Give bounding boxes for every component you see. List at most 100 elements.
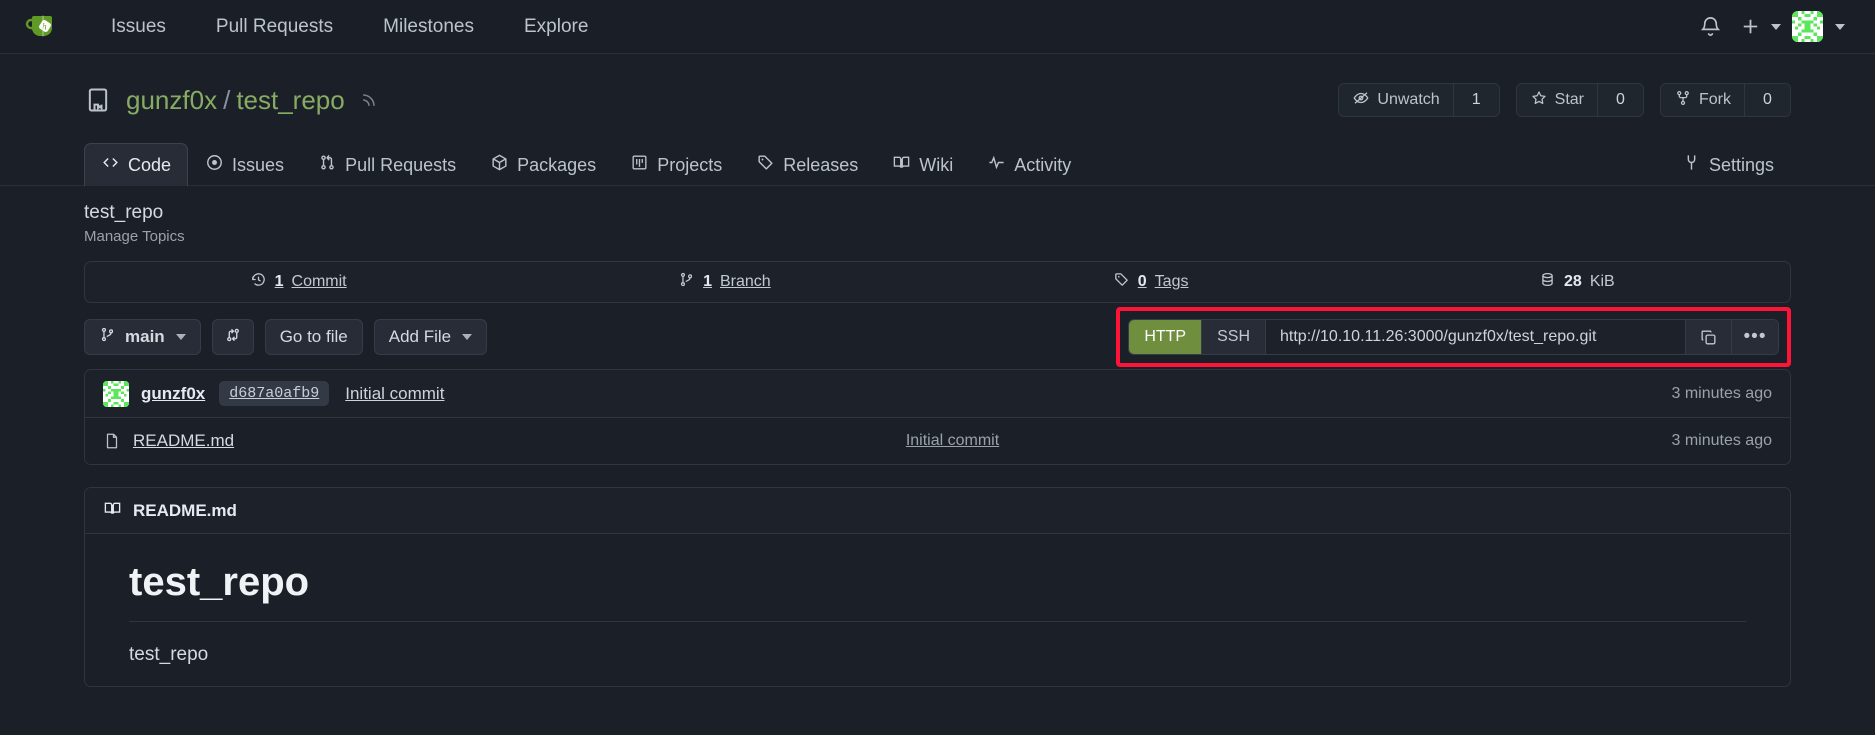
user-menu-chevron-down-icon[interactable]: [1835, 23, 1845, 30]
add-file-button[interactable]: Add File: [373, 319, 488, 355]
create-menu-chevron-down-icon[interactable]: [1771, 23, 1781, 30]
latest-commit-row: gunzf0x d687a0afb9 Initial commit 3 minu…: [85, 370, 1790, 418]
eye-slash-icon: [1352, 89, 1370, 112]
stat-branches-value: 1: [703, 273, 712, 290]
file-list-panel: gunzf0x d687a0afb9 Initial commit 3 minu…: [84, 369, 1791, 465]
nav-link-issues[interactable]: Issues: [86, 8, 191, 46]
branch-selector-label: main: [125, 327, 165, 346]
stat-repo-size-value: 28: [1564, 273, 1582, 290]
copy-icon[interactable]: [1686, 320, 1732, 354]
clone-protocol-ssh-button[interactable]: SSH: [1202, 320, 1266, 354]
tab-releases[interactable]: Releases: [739, 143, 875, 186]
unwatch-button[interactable]: Unwatch: [1339, 84, 1453, 116]
stat-tags-label: Tags: [1154, 273, 1189, 290]
file-name-link[interactable]: README.md: [133, 431, 234, 451]
repo-book-icon: [84, 86, 112, 114]
tab-code[interactable]: Code: [84, 143, 189, 186]
tab-code-label: Code: [128, 154, 172, 175]
rss-icon[interactable]: [359, 90, 379, 110]
tab-releases-label: Releases: [783, 154, 859, 175]
fork-count[interactable]: 0: [1744, 84, 1790, 116]
add-file-label: Add File: [388, 327, 452, 346]
gitea-logo-icon[interactable]: h: [22, 8, 60, 46]
clone-panel: HTTP SSH http://10.10.11.26:3000/gunzf0x…: [1128, 319, 1779, 355]
watch-button-group[interactable]: Unwatch 1: [1338, 83, 1500, 117]
repo-owner-link[interactable]: gunzf0x: [126, 85, 217, 116]
clone-url-input[interactable]: http://10.10.11.26:3000/gunzf0x/test_rep…: [1266, 320, 1686, 354]
git-compare-icon: [224, 326, 242, 349]
clone-protocol-http-button[interactable]: HTTP: [1129, 320, 1203, 354]
pulse-icon: [987, 153, 1006, 177]
database-icon: [1539, 271, 1556, 293]
repo-title-row: gunzf0x / test_repo Unwatch 1 Star 0 For…: [0, 76, 1875, 124]
readme-heading: test_repo: [129, 560, 1746, 622]
chevron-down-icon: [175, 334, 186, 340]
commit-sha-badge[interactable]: d687a0afb9: [219, 381, 330, 406]
tab-settings[interactable]: Settings: [1665, 143, 1791, 186]
manage-topics-link[interactable]: Manage Topics: [84, 228, 1791, 245]
navbar-right-actions: [1689, 6, 1853, 48]
page-title: test_repo: [84, 202, 164, 223]
clone-more-options-button[interactable]: •••: [1732, 320, 1778, 354]
tab-projects[interactable]: Projects: [613, 143, 739, 186]
unwatch-label: Unwatch: [1377, 91, 1440, 108]
tab-activity[interactable]: Activity: [970, 143, 1088, 186]
repo-actions: Unwatch 1 Star 0 Fork 0: [1338, 83, 1791, 117]
git-branch-icon: [678, 271, 695, 293]
fork-button-group[interactable]: Fork 0: [1660, 83, 1791, 117]
repo-main-content: test_repo Manage Topics 1 Commit 1 Branc…: [0, 202, 1875, 687]
tab-activity-label: Activity: [1014, 154, 1072, 175]
project-icon: [630, 153, 649, 177]
tab-packages-label: Packages: [517, 154, 597, 175]
tag-icon: [1113, 271, 1130, 293]
issue-opened-icon: [205, 153, 224, 177]
stat-tags[interactable]: 0 Tags: [938, 262, 1364, 302]
repo-tab-bar: Code Issues Pull Requests Packages Proje…: [0, 140, 1875, 186]
compare-button[interactable]: [211, 319, 254, 355]
fork-label: Fork: [1699, 91, 1731, 108]
nav-link-milestones[interactable]: Milestones: [358, 8, 499, 46]
fork-button[interactable]: Fork: [1661, 84, 1744, 116]
tab-pull-requests[interactable]: Pull Requests: [301, 143, 473, 186]
plus-icon[interactable]: [1735, 6, 1765, 48]
stat-commits-value: 1: [274, 273, 284, 290]
watch-count[interactable]: 1: [1452, 84, 1499, 116]
breadcrumb: gunzf0x / test_repo: [126, 85, 345, 116]
commit-author-link[interactable]: gunzf0x: [141, 384, 205, 404]
repo-toolbar: main Go to file Add File HTTP SSH http:/…: [84, 307, 1791, 367]
commit-timestamp: 3 minutes ago: [1671, 384, 1772, 402]
repo-header: gunzf0x / test_repo Unwatch 1 Star 0 For…: [0, 54, 1875, 186]
star-button[interactable]: Star: [1516, 84, 1597, 116]
tab-wiki[interactable]: Wiki: [875, 143, 970, 186]
star-button-group[interactable]: Star 0: [1515, 83, 1644, 117]
stat-tags-value: 0: [1137, 273, 1147, 290]
tab-packages[interactable]: Packages: [473, 143, 613, 186]
go-to-file-button[interactable]: Go to file: [264, 319, 363, 355]
commit-message[interactable]: Initial commit: [345, 384, 444, 404]
user-avatar-identicon: [1791, 11, 1823, 42]
file-icon: [103, 432, 121, 450]
stat-branches-label: Branch: [719, 273, 771, 290]
branch-selector-button[interactable]: main: [84, 319, 201, 355]
file-timestamp: 3 minutes ago: [1671, 432, 1772, 449]
stat-repo-size-label: KiB: [1589, 273, 1615, 290]
tab-pull-requests-label: Pull Requests: [345, 154, 457, 175]
tab-wiki-label: Wiki: [919, 154, 954, 175]
file-commit-message[interactable]: Initial commit: [906, 432, 999, 450]
stat-commits[interactable]: 1 Commit: [85, 262, 511, 302]
primary-nav: Issues Pull Requests Milestones Explore: [86, 8, 613, 46]
tag-icon: [756, 153, 775, 177]
bell-icon[interactable]: [1689, 6, 1731, 48]
tab-issues[interactable]: Issues: [188, 143, 301, 186]
star-label: Star: [1554, 91, 1584, 108]
nav-link-pull-requests[interactable]: Pull Requests: [191, 8, 358, 46]
repo-name-link[interactable]: test_repo: [236, 85, 344, 116]
commit-author-avatar: [103, 380, 129, 407]
stat-branches[interactable]: 1 Branch: [511, 262, 937, 302]
table-row[interactable]: README.md Initial commit 3 minutes ago: [85, 418, 1790, 464]
nav-link-explore[interactable]: Explore: [499, 8, 613, 46]
git-branch-icon: [99, 326, 116, 348]
readme-paragraph: test_repo: [129, 644, 209, 665]
star-count[interactable]: 0: [1597, 84, 1643, 116]
avatar[interactable]: [1785, 6, 1829, 48]
